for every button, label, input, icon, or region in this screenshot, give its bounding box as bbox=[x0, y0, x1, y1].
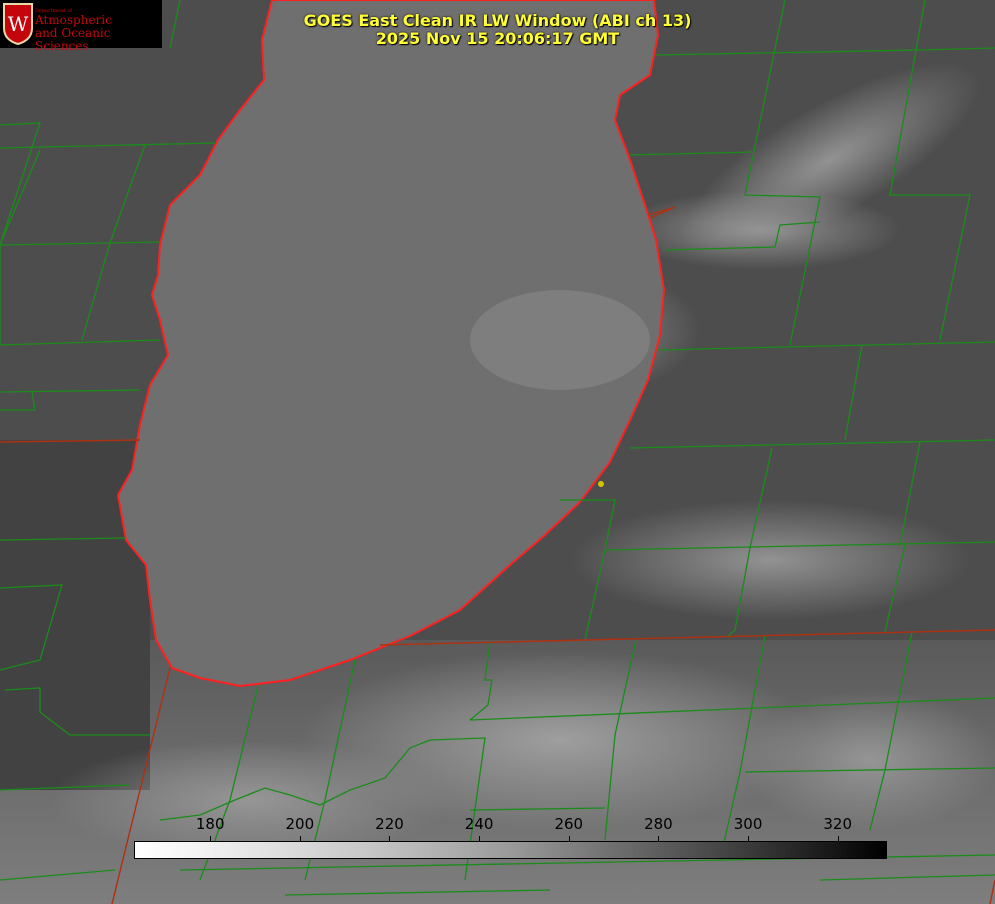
satellite-map bbox=[0, 0, 995, 904]
cloud-band bbox=[50, 740, 450, 860]
uw-aos-logo: W Department of Atmospheric and Oceanic … bbox=[0, 0, 162, 53]
uw-crest-icon: W bbox=[3, 3, 33, 46]
location-marker bbox=[598, 481, 604, 487]
cloud-band bbox=[570, 500, 970, 620]
crest-letter: W bbox=[8, 12, 29, 36]
satellite-image-frame: W Department of Atmospheric and Oceanic … bbox=[0, 0, 995, 904]
cloud-band bbox=[740, 690, 995, 830]
logo-text: Department of Atmospheric and Oceanic Sc… bbox=[35, 8, 162, 53]
lake-cloud bbox=[470, 290, 650, 390]
cloud-band bbox=[620, 190, 900, 270]
logo-line-2: and Oceanic Sciences bbox=[35, 26, 111, 53]
